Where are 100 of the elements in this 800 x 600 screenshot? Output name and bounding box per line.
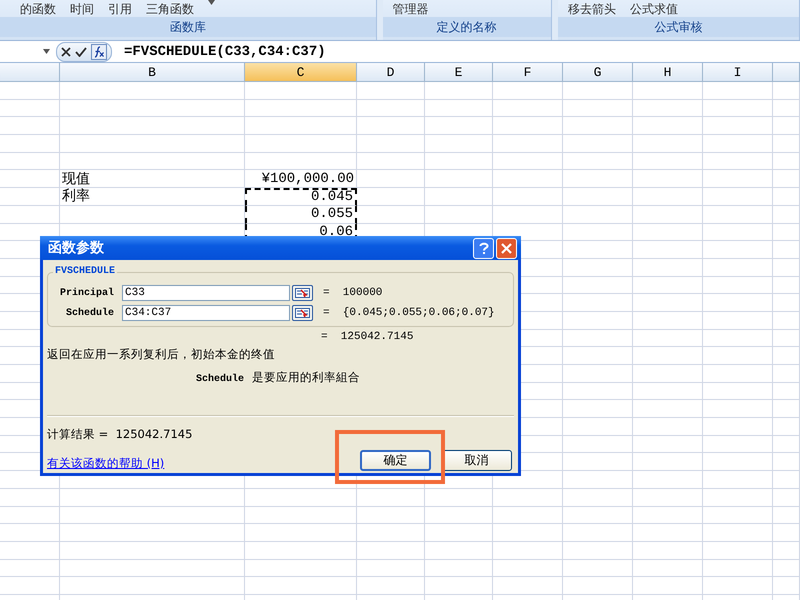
cancel-icon[interactable] (61, 46, 71, 56)
table-cell (0, 560, 60, 578)
table-cell (633, 294, 703, 312)
column-header[interactable]: G (563, 63, 633, 81)
table-cell (773, 382, 800, 400)
table-cell (703, 206, 773, 224)
table-cell (633, 241, 703, 259)
ribbon-item[interactable]: 管理器 (392, 0, 429, 17)
table-cell (493, 135, 563, 153)
table-cell (773, 347, 800, 365)
table-cell (493, 542, 563, 560)
table-cell (633, 224, 703, 242)
column-header[interactable]: D (357, 63, 425, 81)
collapse-button[interactable] (292, 285, 313, 301)
table-cell (633, 258, 703, 277)
table-cell (773, 135, 800, 153)
column-header[interactable]: H (633, 63, 703, 81)
table-cell (633, 471, 703, 489)
table-cell (0, 542, 60, 560)
ribbon-item[interactable]: 三角函数 (146, 0, 194, 17)
table-cell (703, 365, 773, 383)
table-cell (773, 453, 800, 472)
table-cell (563, 436, 633, 454)
table-cell (773, 365, 800, 383)
close-button[interactable] (496, 238, 517, 258)
ribbon-item[interactable]: 公式求值 (630, 0, 678, 17)
collapse-button[interactable] (292, 305, 313, 321)
table-cell (633, 330, 703, 348)
table-cell (773, 400, 800, 418)
table-cell (773, 418, 800, 436)
ribbon-item[interactable]: 引用 (108, 0, 132, 17)
description-text: 返回在应用一系列复利后，初始本金的终值 (47, 347, 276, 362)
table-cell (773, 258, 800, 277)
table-cell (563, 188, 633, 206)
table-cell (563, 542, 633, 560)
argument-value: = 100000 (323, 287, 382, 299)
table-cell (563, 100, 633, 118)
table-cell (703, 577, 773, 595)
table-cell (773, 276, 800, 294)
table-cell (425, 524, 493, 542)
caret-icon (208, 0, 215, 5)
table-cell (357, 100, 425, 118)
table-cell (0, 152, 60, 170)
ribbon-item[interactable]: 时间 (70, 0, 94, 17)
table-cell (563, 82, 633, 100)
ok-button[interactable]: 确定 (360, 450, 431, 471)
table-cell (0, 188, 60, 206)
dialog-title: 函数参数 (48, 239, 105, 257)
table-cell (633, 400, 703, 418)
caret-icon (43, 49, 50, 54)
table-cell (357, 82, 425, 100)
table-cell (703, 241, 773, 259)
table-cell (425, 152, 493, 170)
table-cell (493, 488, 563, 506)
table-cell (563, 488, 633, 506)
table-cell (773, 241, 800, 259)
table-cell (703, 453, 773, 472)
ribbon-item[interactable]: 移去箭头 (568, 0, 616, 17)
input-field[interactable]: C34:C37 (122, 305, 290, 321)
formula-text[interactable]: =FVSCHEDULE(C33,C34:C37) (124, 44, 326, 60)
table-cell (0, 506, 60, 524)
table-cell (357, 560, 425, 578)
argument-help: Schedule 是要应用的利率組合 (196, 370, 362, 385)
table-cell (0, 135, 60, 153)
table-cell: 0.045 (245, 188, 357, 206)
range-picker-icon (295, 308, 310, 318)
table-cell (703, 524, 773, 542)
column-header[interactable]: I (703, 63, 773, 81)
table-cell (563, 577, 633, 595)
table-cell (493, 117, 563, 136)
function-icon[interactable] (91, 44, 107, 60)
column-header[interactable]: F (493, 63, 563, 81)
table-cell (633, 152, 703, 170)
table-cell (703, 418, 773, 436)
table-cell (633, 188, 703, 206)
table-cell (425, 577, 493, 595)
table-cell (563, 471, 633, 489)
table-cell (425, 170, 493, 188)
help-button[interactable] (473, 238, 494, 258)
table-cell (563, 400, 633, 418)
table-cell (703, 347, 773, 365)
table-cell (773, 560, 800, 578)
column-header[interactable]: E (425, 63, 493, 81)
table-cell (493, 170, 563, 188)
table-cell (425, 100, 493, 118)
table-cell (773, 188, 800, 206)
table-cell (773, 542, 800, 560)
table-cell (703, 330, 773, 348)
check-icon[interactable] (75, 46, 87, 56)
table-cell (703, 506, 773, 524)
table-cell (425, 488, 493, 506)
column-header[interactable]: C (245, 63, 357, 81)
table-cell (357, 542, 425, 560)
input-field[interactable]: C33 (122, 285, 290, 301)
close-icon (501, 242, 512, 254)
ribbon-item[interactable]: 的函数 (20, 0, 56, 17)
column-header[interactable]: B (60, 63, 245, 81)
table-cell: ¥100,000.00 (245, 170, 357, 188)
help-link[interactable]: 有关该函数的帮助 (H) (47, 456, 192, 471)
table-cell (633, 418, 703, 436)
